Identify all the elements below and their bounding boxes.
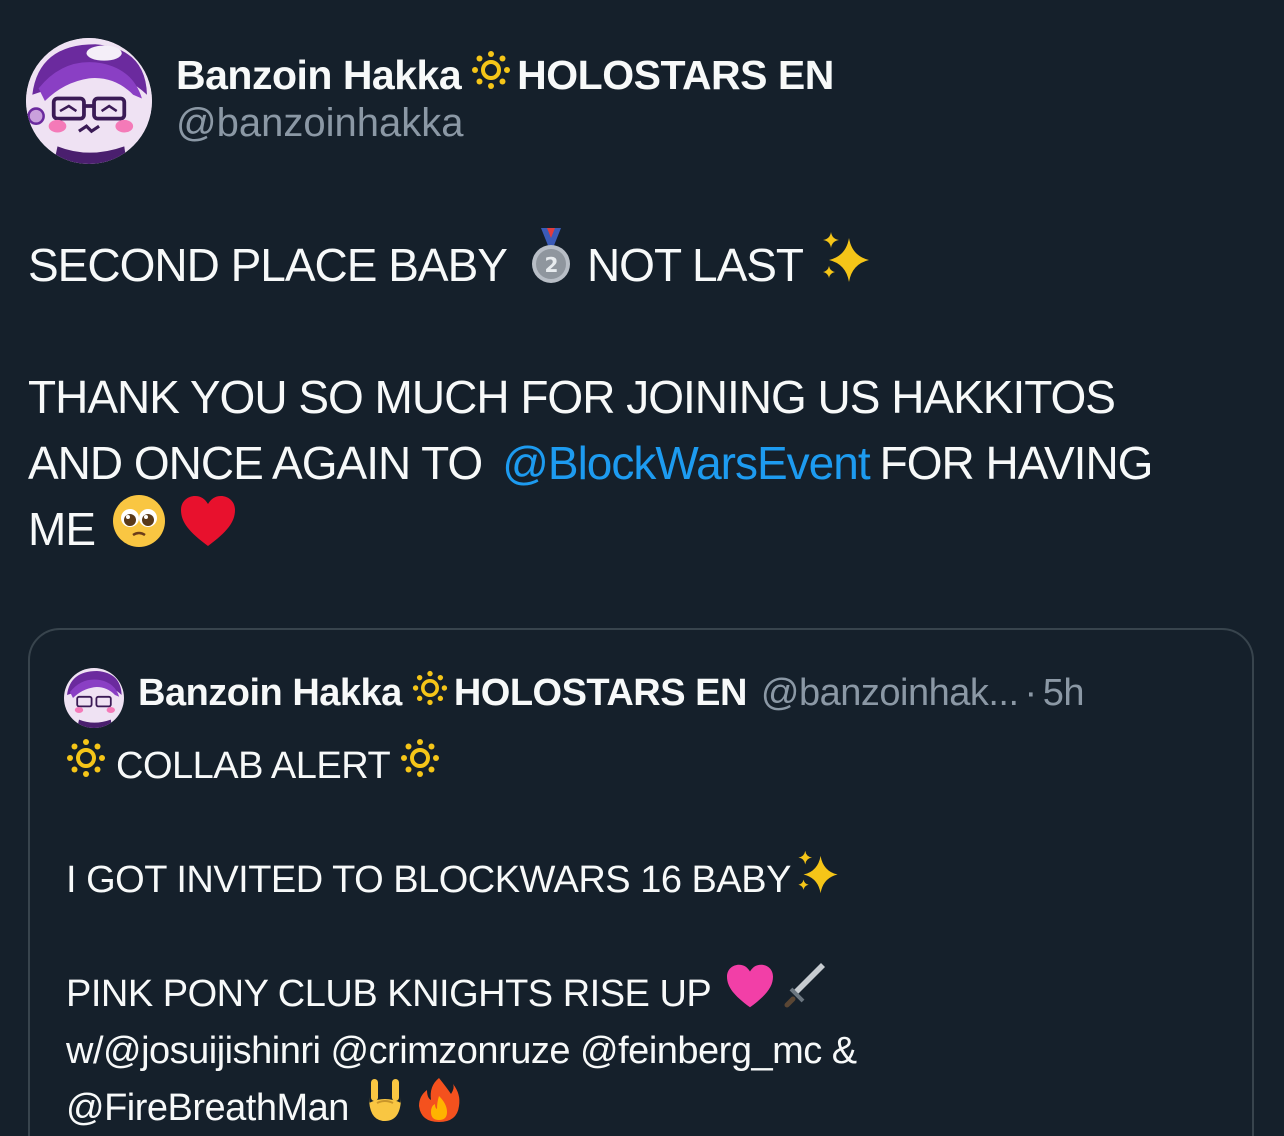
sun-icon: [400, 738, 440, 795]
svg-text:2: 2: [544, 253, 557, 277]
tweet-line-1b: NOT LAST: [586, 239, 804, 291]
quoted-line-1: COLLAB ALERT: [116, 745, 391, 787]
rock-on-hand-icon: [365, 1077, 405, 1136]
quoted-line-5: @FireBreathMan: [66, 1087, 349, 1129]
pink-heart-icon: [725, 963, 775, 1026]
sun-icon: [412, 670, 448, 716]
avatar-image: [26, 38, 152, 164]
fire-icon: [417, 1076, 461, 1136]
avatar-image: [64, 668, 124, 728]
quoted-line-4: w/@josuijishinri @crimzonruze @feinberg_…: [66, 1030, 857, 1072]
quoted-author-avatar[interactable]: [64, 668, 124, 728]
author-handle[interactable]: @banzoinhakka: [176, 101, 463, 146]
second-place-medal-icon: 2: [529, 227, 573, 303]
quoted-line-2: I GOT INVITED TO BLOCKWARS 16 BABY: [66, 859, 791, 901]
sun-icon: [471, 50, 511, 100]
sparkles-icon: [819, 230, 873, 301]
quoted-tweet[interactable]: Banzoin Hakka HOLOSTARS EN @banzoinhak..: [28, 628, 1254, 1136]
author-name-line[interactable]: Banzoin Hakka HOLOSTARS EN: [176, 50, 834, 100]
quoted-timestamp[interactable]: 5h: [1043, 672, 1085, 715]
tweet-text: SECOND PLACE BABY 2 NOT LAST THANK YOU S…: [28, 227, 1258, 565]
tweet-line-1a: SECOND PLACE BABY: [28, 239, 508, 291]
author-avatar[interactable]: [26, 38, 152, 164]
tweet-line-3a: AND ONCE AGAIN TO: [28, 437, 483, 489]
quoted-affiliation[interactable]: HOLOSTARS EN: [454, 672, 748, 715]
tweet-line-4: ME: [28, 503, 96, 555]
quoted-display-name[interactable]: Banzoin Hakka: [138, 672, 402, 715]
tweet[interactable]: Banzoin Hakka HOLOSTARS EN @banzoinhakka…: [0, 0, 1284, 1136]
author-display-name[interactable]: Banzoin Hakka: [176, 52, 462, 99]
quoted-handle[interactable]: @banzoinhak...: [761, 672, 1019, 715]
dagger-icon: [783, 963, 829, 1026]
sparkles-icon: [795, 849, 841, 912]
quoted-line-3: PINK PONY CLUB KNIGHTS RISE UP: [66, 973, 712, 1015]
meta-separator: ·: [1024, 671, 1038, 714]
tweet-line-3b: FOR HAVING: [879, 437, 1154, 489]
sun-icon: [66, 738, 106, 795]
quoted-header[interactable]: Banzoin Hakka HOLOSTARS EN @banzoinhak..: [138, 670, 1084, 716]
tweet-line-2: THANK YOU SO MUCH FOR JOINING US HAKKITO…: [28, 371, 1116, 423]
pleading-face-icon: [111, 493, 167, 566]
red-heart-icon: [179, 494, 237, 565]
quoted-tweet-text: COLLAB ALERT I GOT INVITED TO BLOCKWARS …: [66, 738, 1226, 1136]
mention-blockwarsevent[interactable]: @BlockWarsEvent: [502, 430, 870, 496]
author-affiliation[interactable]: HOLOSTARS EN: [517, 52, 834, 99]
